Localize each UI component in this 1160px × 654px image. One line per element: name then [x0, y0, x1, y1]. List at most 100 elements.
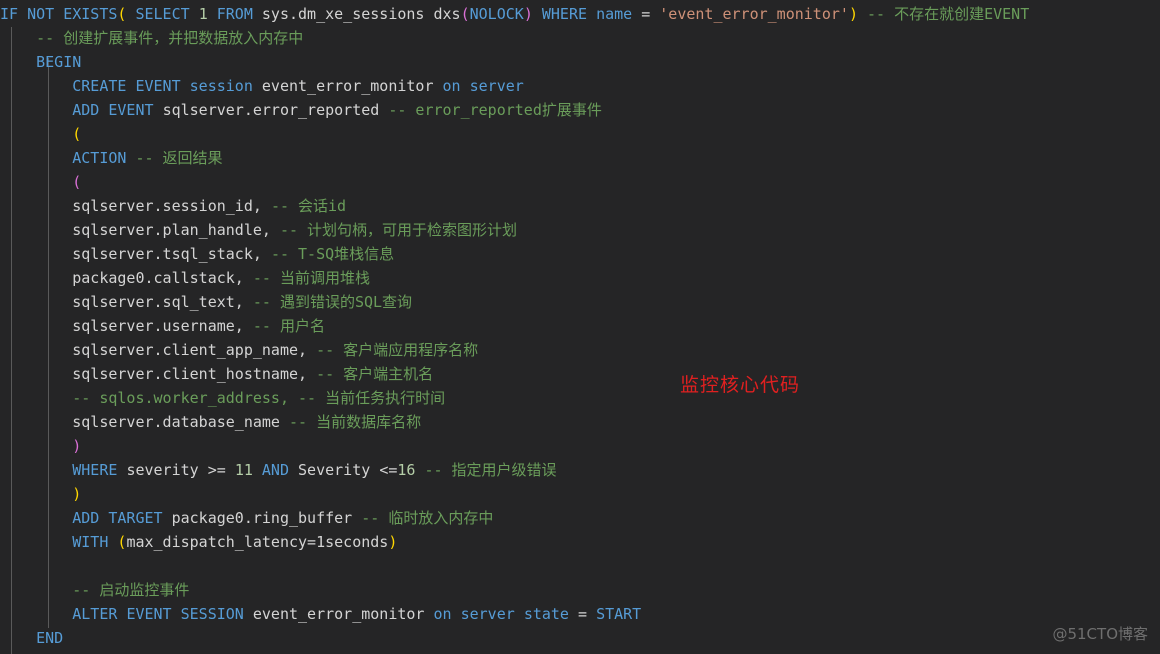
code-token: sys.dm_xe_sessions dxs	[261, 5, 461, 23]
code-token: WHERE	[541, 5, 588, 23]
code-token: -- 用户名	[252, 317, 325, 335]
code-line[interactable]: (	[0, 170, 1160, 194]
code-token: max_dispatch_latency=1seconds	[126, 533, 389, 551]
code-line[interactable]: -- 创建扩展事件，并把数据放入内存中	[0, 26, 1160, 50]
code-line[interactable]: WITH (max_dispatch_latency=1seconds)	[0, 530, 1160, 554]
code-token: sqlserver.plan_handle,	[72, 221, 271, 239]
code-token: name	[596, 5, 633, 23]
code-line[interactable]: IF NOT EXISTS ( SELECT 1 FROM sys.dm_xe_s…	[0, 2, 1160, 26]
code-line[interactable]	[0, 554, 1160, 578]
code-token: ALTER	[72, 605, 118, 623]
code-token: WHERE	[72, 461, 118, 479]
code-line[interactable]: -- sqlos.worker_address, -- 当前任务执行时间	[0, 386, 1160, 410]
code-token: IF	[0, 5, 19, 23]
code-token: ACTION	[72, 149, 127, 167]
code-token: NOT	[27, 5, 55, 23]
code-token: -- 启动监控事件	[72, 581, 190, 599]
code-token: EVENT	[126, 605, 172, 623]
code-line[interactable]: sqlserver.database_name -- 当前数据库名称	[0, 410, 1160, 434]
code-token: =	[578, 605, 588, 623]
code-token: -- sqlos.worker_address, -- 当前任务执行时间	[72, 389, 446, 407]
watermark-label: @51CTO博客	[1052, 625, 1148, 643]
code-line[interactable]: sqlserver.sql_text, -- 遇到错误的SQL查询	[0, 290, 1160, 314]
code-line[interactable]: BEGIN	[0, 50, 1160, 74]
code-token: -- 临时放入内存中	[361, 509, 494, 527]
code-line[interactable]: sqlserver.plan_handle, -- 计划句柄，可用于检索图形计划	[0, 218, 1160, 242]
code-line[interactable]: ADD TARGET package0.ring_buffer -- 临时放入内…	[0, 506, 1160, 530]
code-token: server	[460, 605, 515, 623]
code-token: -- 客户端主机名	[316, 365, 434, 383]
code-text-area[interactable]: IF NOT EXISTS ( SELECT 1 FROM sys.dm_xe_s…	[0, 0, 1160, 650]
code-token: sqlserver.session_id,	[72, 197, 262, 215]
code-line[interactable]: WHERE severity >= 11 AND Severity <=16 -…	[0, 458, 1160, 482]
code-token: -- 计划句柄，可用于检索图形计划	[279, 221, 518, 239]
code-line[interactable]: ALTER EVENT SESSION event_error_monitor …	[0, 602, 1160, 626]
code-line[interactable]: CREATE EVENT session event_error_monitor…	[0, 74, 1160, 98]
code-token: TARGET	[108, 509, 163, 527]
code-line[interactable]: (	[0, 122, 1160, 146]
code-line[interactable]: sqlserver.username, -- 用户名	[0, 314, 1160, 338]
code-token: (	[460, 5, 470, 23]
code-line[interactable]: package0.callstack, -- 当前调用堆栈	[0, 266, 1160, 290]
code-token: sqlserver.sql_text,	[72, 293, 244, 311]
code-token: -- 创建扩展事件，并把数据放入内存中	[36, 29, 304, 47]
code-line[interactable]: ADD EVENT sqlserver.error_reported -- er…	[0, 98, 1160, 122]
code-line[interactable]: )	[0, 434, 1160, 458]
code-token: -- 当前数据库名称	[289, 413, 422, 431]
code-token: package0.callstack,	[72, 269, 244, 287]
annotation-label-monitoring-core-code: 监控核心代码	[680, 374, 801, 396]
code-line[interactable]: sqlserver.client_app_name, -- 客户端应用程序名称	[0, 338, 1160, 362]
code-token: event_error_monitor	[252, 605, 425, 623]
code-token: (	[72, 125, 82, 143]
code-token: <=	[379, 461, 398, 479]
code-line[interactable]: END	[0, 626, 1160, 650]
code-line[interactable]: -- 启动监控事件	[0, 578, 1160, 602]
code-line[interactable]: sqlserver.tsql_stack, -- T-SQ堆栈信息	[0, 242, 1160, 266]
code-token: )	[848, 5, 858, 23]
code-token: FROM	[216, 5, 253, 23]
code-line[interactable]: )	[0, 482, 1160, 506]
code-token: EVENT	[108, 101, 154, 119]
code-line[interactable]: ACTION -- 返回结果	[0, 146, 1160, 170]
code-token: -- 会话id	[270, 197, 347, 215]
code-line[interactable]: sqlserver.client_hostname, -- 客户端主机名	[0, 362, 1160, 386]
code-token: sqlserver.error_reported	[162, 101, 380, 119]
code-token: WITH	[72, 533, 109, 551]
code-token: sqlserver.username,	[72, 317, 244, 335]
code-token: 1	[198, 5, 208, 23]
code-token: 11	[234, 461, 253, 479]
code-line[interactable]: sqlserver.session_id, -- 会话id	[0, 194, 1160, 218]
